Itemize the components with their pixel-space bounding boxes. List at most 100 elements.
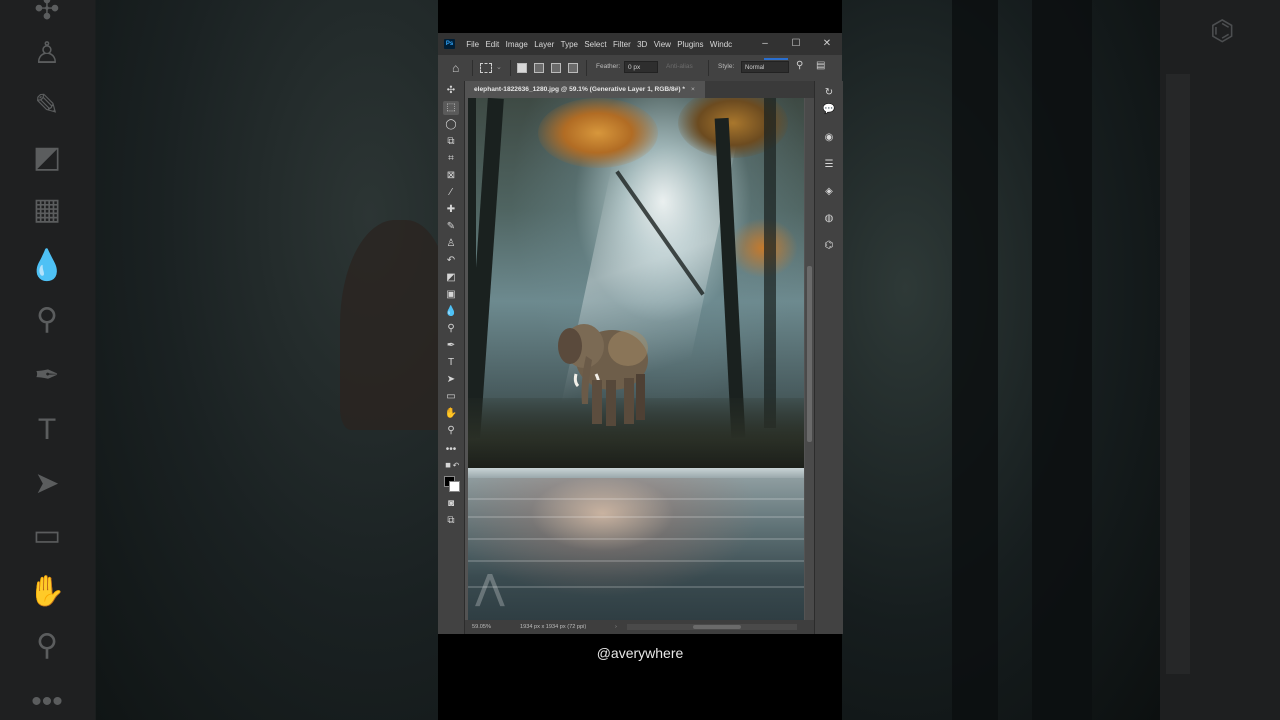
menu-type[interactable]: Type bbox=[557, 33, 581, 55]
menu-window[interactable]: Windc bbox=[707, 33, 736, 55]
background-arrow-icon: ➤ bbox=[34, 467, 60, 500]
background-color-swatch[interactable] bbox=[449, 481, 460, 492]
dodge-icon[interactable]: ⚲ bbox=[443, 322, 459, 336]
close-button[interactable]: ✕ bbox=[812, 33, 842, 55]
home-icon[interactable]: ⌂ bbox=[452, 61, 459, 75]
chevron-down-icon[interactable]: ⌄ bbox=[496, 63, 502, 71]
menu-filter[interactable]: Filter bbox=[610, 33, 634, 55]
workspace-icon[interactable]: ▤ bbox=[816, 60, 825, 71]
eyedropper-icon[interactable]: ⁄ bbox=[443, 186, 459, 200]
zoom-level[interactable]: 59.05% bbox=[472, 620, 491, 634]
color-icon[interactable]: ◉ bbox=[821, 131, 837, 145]
background-forest bbox=[842, 0, 1160, 720]
status-menu-arrow[interactable]: › bbox=[615, 620, 617, 634]
feather-label: Feather: bbox=[596, 63, 621, 70]
channels-icon[interactable]: ◍ bbox=[821, 212, 837, 226]
background-move-icon: ✣ bbox=[34, 0, 60, 26]
pen-icon[interactable]: ✒ bbox=[443, 339, 459, 353]
frame-icon[interactable]: ⊠ bbox=[443, 169, 459, 183]
horizontal-scrollbar[interactable] bbox=[627, 624, 797, 630]
status-bar: 59.05% 1934 px x 1934 px (72 ppi) › bbox=[465, 620, 814, 634]
divider bbox=[586, 60, 587, 76]
clone-stamp-icon[interactable]: ♙ bbox=[443, 237, 459, 251]
menu-plugins[interactable]: Plugins bbox=[674, 33, 707, 55]
background-elephant bbox=[340, 220, 438, 430]
background-pen-icon: ✒ bbox=[34, 359, 60, 392]
add-selection-icon[interactable] bbox=[534, 63, 544, 73]
autumn-foliage bbox=[538, 98, 658, 168]
document-canvas[interactable]: ⋀ bbox=[468, 98, 804, 620]
menu-3d[interactable]: 3D bbox=[634, 33, 651, 55]
background-tree bbox=[952, 0, 998, 720]
background-stamp-icon: ♙ bbox=[33, 37, 61, 70]
autumn-foliage bbox=[728, 218, 798, 278]
menu-select[interactable]: Select bbox=[581, 33, 610, 55]
layers-icon[interactable]: ◈ bbox=[821, 185, 837, 199]
subtract-selection-icon[interactable] bbox=[551, 63, 561, 73]
type-icon[interactable]: T bbox=[443, 356, 459, 370]
blur-icon[interactable]: 💧 bbox=[443, 305, 459, 319]
rectangle-icon[interactable]: ▭ bbox=[443, 390, 459, 404]
document-title: elephant-1822636_1280.jpg @ 59.1% (Gener… bbox=[474, 86, 685, 93]
background-eraser-icon: ◩ bbox=[32, 141, 62, 174]
background-blur-icon: 💧 bbox=[28, 249, 66, 282]
maximize-button[interactable]: ☐ bbox=[781, 33, 811, 55]
background-rectangle-icon: ▭ bbox=[32, 519, 62, 552]
history-icon[interactable]: ↻ bbox=[821, 86, 837, 100]
background-more-icon: ••• bbox=[31, 685, 63, 718]
shoreline-edge bbox=[468, 468, 804, 478]
minimize-button[interactable]: – bbox=[750, 33, 780, 55]
more-tools-icon[interactable]: ••• bbox=[443, 443, 459, 457]
lasso-icon[interactable]: ◯ bbox=[443, 118, 459, 132]
background-zoom-icon: ⚲ bbox=[36, 629, 58, 662]
style-select[interactable]: Normal bbox=[741, 61, 789, 73]
background-type-icon: T bbox=[37, 413, 57, 446]
vertical-scrollbar[interactable] bbox=[805, 98, 814, 620]
zoom-icon[interactable]: ⚲ bbox=[443, 424, 459, 438]
object-selection-icon[interactable]: ⧉ bbox=[443, 135, 459, 149]
photoshop-logo-icon: Ps bbox=[444, 39, 455, 49]
water-ripple bbox=[468, 560, 804, 562]
history-brush-icon[interactable]: ↶ bbox=[443, 254, 459, 268]
spot-healing-icon[interactable]: ✚ bbox=[443, 203, 459, 217]
comments-icon[interactable]: 💬 bbox=[821, 103, 837, 117]
tools-panel: ✣ ⬚ ◯ ⧉ ⌗ ⊠ ⁄ ✚ ✎ ♙ ↶ ◩ ▣ 💧 ⚲ ✒ T ➤ ▭ ✋ … bbox=[438, 81, 465, 634]
water-ripple bbox=[468, 538, 804, 540]
background-right-blur: ⌬ bbox=[842, 0, 1280, 720]
water-ripple bbox=[468, 586, 804, 588]
feather-input[interactable]: 0 px bbox=[624, 61, 658, 73]
background-tools-strip: ✣ ♙ ✎ ◩ ▦ 💧 ⚲ ✒ T ➤ ▭ ✋ ⚲ ••• bbox=[0, 0, 95, 720]
crop-icon[interactable]: ⌗ bbox=[443, 152, 459, 166]
antialias-checkbox[interactable]: Anti-alias bbox=[666, 63, 693, 70]
menu-view[interactable]: View bbox=[651, 33, 675, 55]
adjustments-icon[interactable]: ☰ bbox=[821, 158, 837, 172]
search-icon[interactable]: ⚲ bbox=[796, 60, 803, 71]
gradient-icon[interactable]: ▣ bbox=[443, 288, 459, 302]
style-label: Style: bbox=[718, 63, 735, 70]
menu-edit[interactable]: Edit bbox=[482, 33, 502, 55]
eraser-icon[interactable]: ◩ bbox=[443, 271, 459, 285]
menu-file[interactable]: File bbox=[463, 33, 482, 55]
menu-layer[interactable]: Layer bbox=[531, 33, 557, 55]
marquee-preset-icon[interactable] bbox=[480, 63, 492, 73]
hand-icon[interactable]: ✋ bbox=[443, 407, 459, 421]
divider bbox=[472, 60, 473, 76]
rectangular-marquee-icon[interactable]: ⬚ bbox=[443, 101, 459, 115]
screen-mode-icon[interactable]: ⧉ bbox=[443, 514, 459, 528]
background-hand-icon: ✋ bbox=[28, 575, 66, 608]
document-info: 1934 px x 1934 px (72 ppi) bbox=[520, 624, 587, 630]
scrollbar-thumb[interactable] bbox=[693, 625, 741, 629]
scrollbar-thumb[interactable] bbox=[807, 266, 812, 442]
intersect-selection-icon[interactable] bbox=[568, 63, 578, 73]
brush-icon[interactable]: ✎ bbox=[443, 220, 459, 234]
quick-mask-icon[interactable]: ◙ bbox=[443, 497, 459, 511]
swap-colors-icon[interactable]: ↶ bbox=[448, 459, 464, 473]
tab-close-icon[interactable]: × bbox=[691, 86, 695, 93]
path-selection-icon[interactable]: ➤ bbox=[443, 373, 459, 387]
menu-image[interactable]: Image bbox=[502, 33, 531, 55]
divider bbox=[708, 60, 709, 76]
move-icon[interactable]: ✣ bbox=[443, 84, 459, 98]
paths-icon[interactable]: ⌬ bbox=[821, 239, 837, 253]
new-selection-icon[interactable] bbox=[517, 63, 527, 73]
document-tab[interactable]: elephant-1822636_1280.jpg @ 59.1% (Gener… bbox=[465, 81, 705, 98]
